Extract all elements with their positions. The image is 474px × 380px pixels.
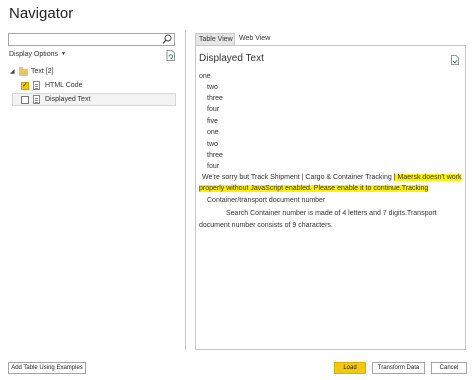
table-icon <box>33 95 40 104</box>
folder-icon <box>19 67 28 76</box>
text-line: five <box>207 118 218 125</box>
tree-item-label: HTML Code <box>45 82 83 89</box>
text-line: three <box>207 152 223 159</box>
preview-panel: Displayed Text one two three four five o… <box>195 45 466 350</box>
window-title: Navigator <box>9 5 74 22</box>
highlighted-text: | Maersk doesn't work <box>393 174 462 181</box>
tree-item-html-code[interactable]: HTML Code <box>8 80 178 92</box>
text-line: Search Container number is made of 4 let… <box>226 210 437 217</box>
tab-web-view[interactable]: Web View <box>236 33 274 45</box>
tree-item-label: Displayed Text <box>45 96 91 103</box>
add-table-using-examples-button[interactable]: Add Table Using Examples <box>8 362 86 374</box>
tree-root-label: Text [2] <box>31 68 54 75</box>
paragraph-text: We're sorry but Track Shipment | Cargo &… <box>202 174 392 181</box>
checkbox-displayed-text[interactable] <box>21 96 29 104</box>
transform-data-button[interactable]: Transform Data <box>372 362 425 374</box>
text-line: document number consists of 9 characters… <box>199 222 333 229</box>
text-line: three <box>207 95 223 102</box>
tab-table-view[interactable]: Table View <box>195 33 235 45</box>
search-input[interactable] <box>8 33 175 46</box>
load-button[interactable]: Load <box>334 362 366 374</box>
text-line: one <box>199 73 211 80</box>
export-icon[interactable] <box>451 55 459 65</box>
tree-root[interactable]: ◢ Text [2] <box>8 66 178 78</box>
tree-item-displayed-text[interactable]: Displayed Text <box>8 94 178 106</box>
highlighted-text: properly without JavaScript enabled. Ple… <box>199 185 429 192</box>
checkbox-html-code[interactable] <box>21 80 29 92</box>
text-line: one <box>207 129 219 136</box>
chevron-down-icon: ▼ <box>61 51 66 57</box>
cancel-button[interactable]: Cancel <box>431 362 467 374</box>
expand-triangle-icon[interactable]: ◢ <box>10 66 15 78</box>
preview-title: Displayed Text <box>199 53 264 64</box>
refresh-icon[interactable] <box>166 50 175 61</box>
text-line: four <box>207 106 220 113</box>
text-line: Container/transport document number <box>207 197 326 204</box>
table-icon <box>33 81 40 90</box>
text-paragraph: properly without JavaScript enabled. Ple… <box>199 185 429 192</box>
pane-divider[interactable] <box>185 30 186 350</box>
text-line: four <box>207 163 220 170</box>
display-options-dropdown[interactable]: Display Options ▼ <box>9 51 66 58</box>
search-icon[interactable] <box>162 34 172 45</box>
text-line: two <box>207 84 218 91</box>
text-line: two <box>207 141 218 148</box>
text-paragraph: We're sorry but Track Shipment | Cargo &… <box>202 174 462 181</box>
display-options-label: Display Options <box>9 51 59 58</box>
